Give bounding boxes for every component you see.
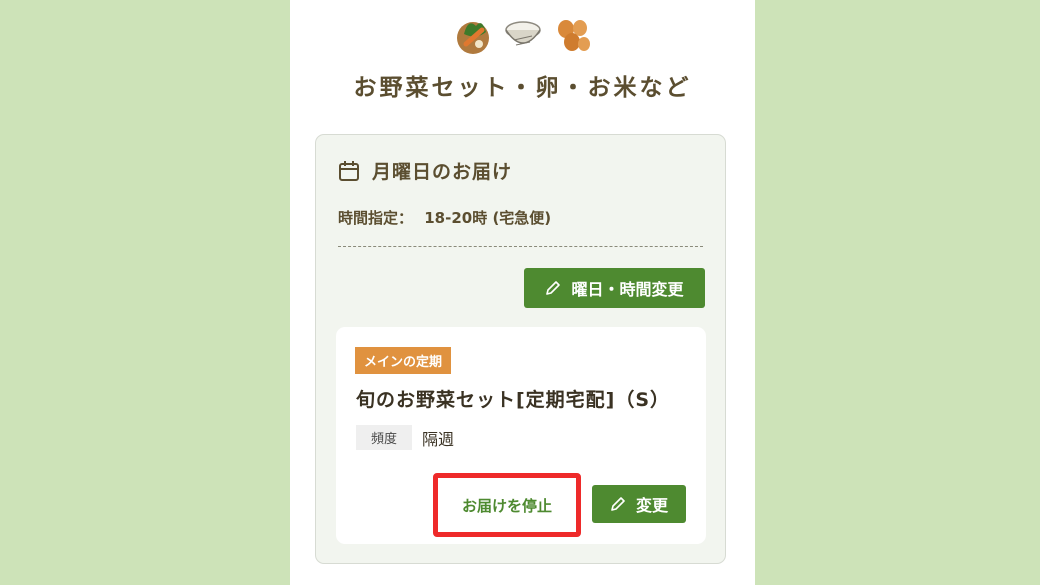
frequency-row: 頻度 隔週 bbox=[356, 425, 454, 450]
delivery-day-title: 月曜日のお届け bbox=[372, 161, 513, 183]
page-title: お野菜セット・卵・お米など bbox=[353, 75, 692, 101]
hero-icons bbox=[290, 14, 755, 56]
time-label: 時間指定： bbox=[338, 209, 414, 227]
status-badge: メインの定期 bbox=[355, 347, 452, 374]
main-panel: お野菜セット・卵・お米など 月曜日のお届け 時間指定： 18-20時 (宅急便)… bbox=[290, 0, 755, 585]
eggs-icon bbox=[552, 14, 594, 56]
subscription-card: メインの定期 旬のお野菜セット[定期宅配]（S） 頻度 隔週 お届けを停止 変更 bbox=[336, 327, 706, 544]
vegetables-icon bbox=[452, 14, 494, 56]
change-day-time-button[interactable]: 曜日・時間変更 bbox=[524, 268, 705, 308]
delivery-card: 月曜日のお届け 時間指定： 18-20時 (宅急便) 曜日・時間変更 メインの定… bbox=[315, 134, 726, 564]
time-value: 18-20時 (宅急便) bbox=[424, 209, 552, 227]
time-designation: 時間指定： 18-20時 (宅急便) bbox=[338, 207, 551, 228]
pencil-icon bbox=[611, 497, 625, 511]
stop-delivery-button[interactable]: お届けを停止 bbox=[444, 485, 570, 525]
calendar-icon bbox=[339, 160, 359, 181]
change-day-time-label: 曜日・時間変更 bbox=[571, 280, 684, 299]
change-plan-button[interactable]: 変更 bbox=[592, 485, 686, 523]
frequency-value: 隔週 bbox=[422, 429, 455, 449]
frequency-label: 頻度 bbox=[356, 425, 413, 450]
product-name: 旬のお野菜セット[定期宅配]（S） bbox=[356, 389, 671, 411]
divider bbox=[338, 246, 703, 247]
rice-icon bbox=[502, 14, 544, 56]
pencil-icon bbox=[546, 281, 561, 295]
change-plan-label: 変更 bbox=[635, 496, 668, 515]
delivery-day-heading: 月曜日のお届け bbox=[338, 157, 512, 184]
